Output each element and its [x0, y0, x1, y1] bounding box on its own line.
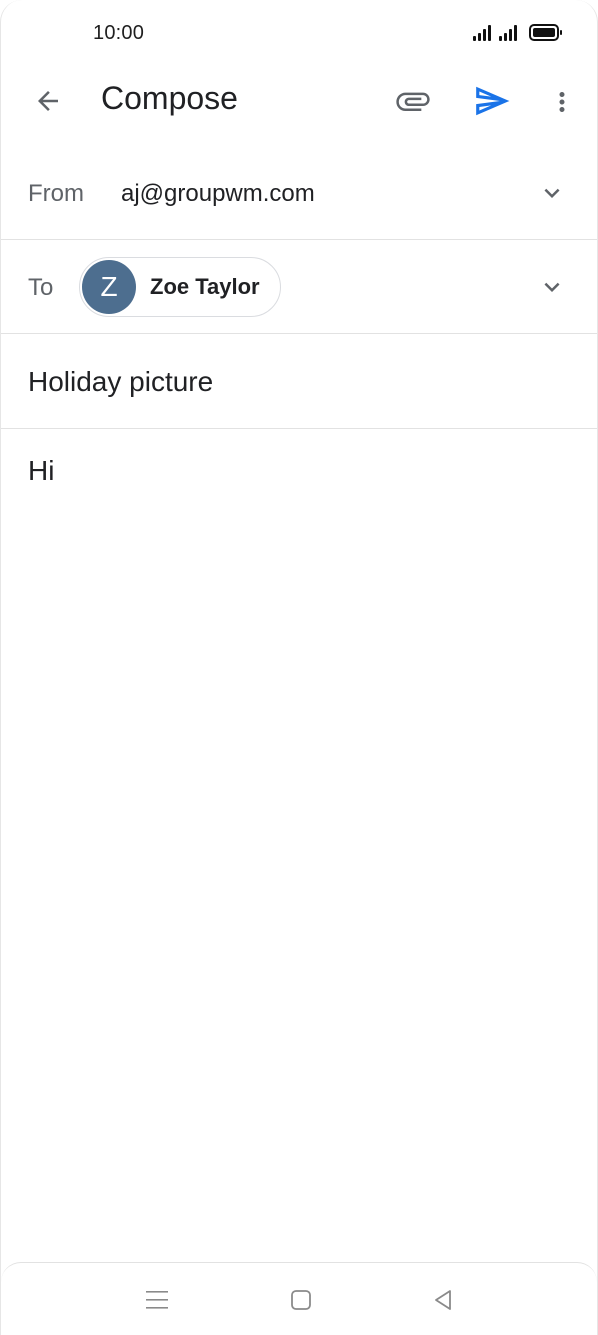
more-options-button[interactable]	[547, 82, 577, 122]
body-field[interactable]: Hi	[28, 455, 54, 487]
chevron-down-icon	[544, 282, 560, 292]
signal-icon	[473, 25, 491, 41]
from-value[interactable]: aj@groupwm.com	[121, 180, 315, 208]
to-row[interactable]: To Z Zoe Taylor	[1, 240, 597, 334]
recipient-name: Zoe Taylor	[150, 274, 260, 299]
recipient-chip[interactable]: Z Zoe Taylor	[79, 257, 281, 317]
menu-icon	[146, 1291, 168, 1309]
send-icon	[476, 86, 510, 116]
battery-icon	[529, 24, 562, 41]
subject-row[interactable]: Holiday picture	[1, 334, 597, 429]
status-time: 10:00	[93, 22, 145, 44]
status-icons	[473, 24, 562, 41]
chevron-down-icon	[544, 188, 560, 198]
nav-menu-button[interactable]	[143, 1285, 171, 1315]
arrow-back-icon	[38, 91, 58, 111]
from-label: From	[28, 180, 84, 207]
back-button[interactable]	[29, 82, 67, 120]
page-title: Compose	[101, 80, 238, 116]
from-row[interactable]: From aj@groupwm.com	[1, 146, 597, 240]
to-label: To	[28, 274, 54, 301]
nav-back-button[interactable]	[429, 1285, 457, 1315]
send-button[interactable]	[471, 80, 513, 122]
from-dropdown-button[interactable]	[537, 178, 567, 208]
app-bar: Compose	[1, 64, 597, 138]
paperclip-icon	[396, 92, 430, 111]
system-nav-bar	[1, 1262, 597, 1335]
back-icon	[435, 1290, 451, 1310]
attach-button[interactable]	[391, 82, 435, 120]
recipients-dropdown-button[interactable]	[537, 272, 567, 302]
home-icon	[291, 1290, 311, 1310]
phone-screen: 10:00 Compose From aj@groupwm.com To Z Z…	[0, 0, 598, 1335]
status-bar: 10:00	[1, 0, 597, 64]
signal-icon	[499, 25, 517, 41]
nav-home-button[interactable]	[287, 1285, 315, 1315]
more-vert-icon	[559, 92, 565, 112]
avatar: Z	[82, 260, 136, 314]
subject-field[interactable]: Holiday picture	[28, 366, 213, 398]
